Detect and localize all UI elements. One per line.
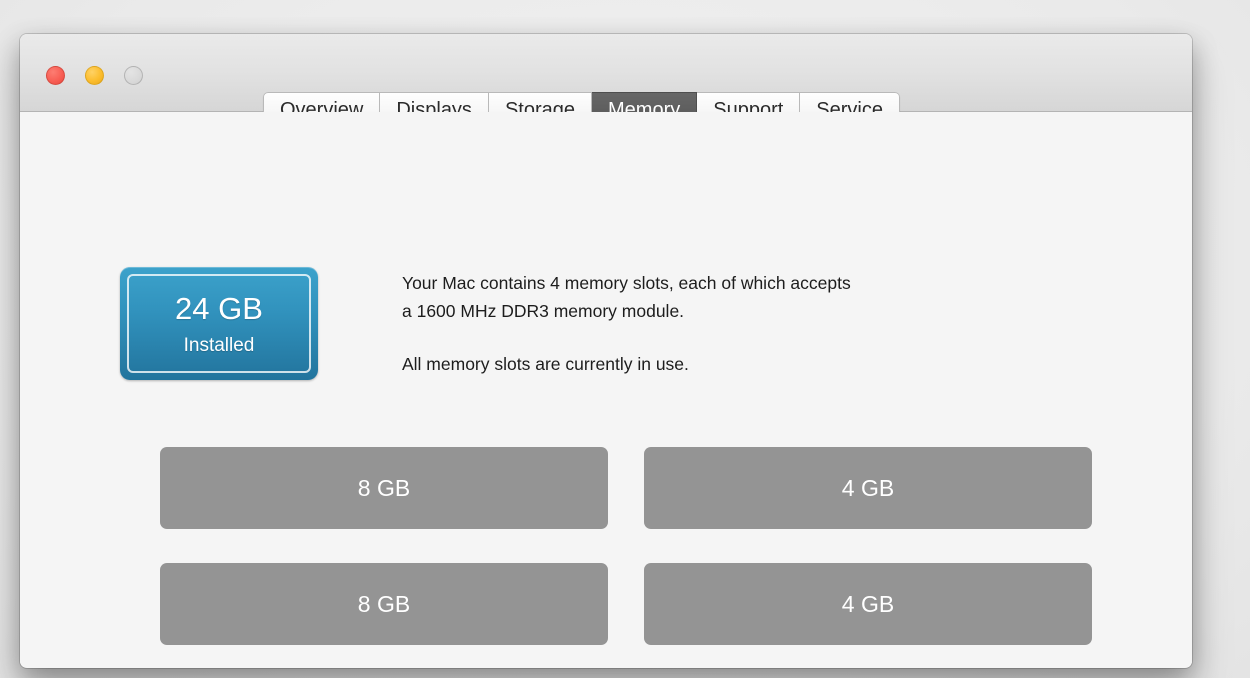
memory-description-line-2: a 1600 MHz DDR3 memory module.	[402, 301, 685, 321]
window-titlebar: Overview Displays Storage Memory Support…	[20, 34, 1192, 129]
memory-slot-capacity: 8 GB	[357, 590, 411, 617]
installed-memory-size: 24 GB	[175, 290, 263, 326]
memory-slot-capacity: 8 GB	[357, 474, 411, 501]
minimize-button[interactable]	[85, 66, 104, 85]
installed-memory-badge: 24 GB Installed	[120, 267, 318, 380]
zoom-button[interactable]	[124, 66, 143, 85]
memory-slot-capacity: 4 GB	[841, 474, 895, 501]
memory-slot[interactable]: 8 GB	[160, 447, 608, 529]
window-controls	[46, 66, 143, 85]
memory-slot[interactable]: 4 GB	[644, 447, 1092, 529]
memory-slot[interactable]: 4 GB	[644, 563, 1092, 645]
memory-description-line-3: All memory slots are currently in use.	[402, 354, 689, 374]
memory-slot-grid: 8 GB 4 GB 8 GB 4 GB	[160, 447, 1092, 645]
memory-panel: 24 GB Installed Your Mac contains 4 memo…	[20, 112, 1192, 667]
about-this-mac-window: Overview Displays Storage Memory Support…	[20, 34, 1192, 668]
close-button[interactable]	[46, 66, 65, 85]
memory-description: Your Mac contains 4 memory slots, each o…	[402, 269, 1042, 378]
memory-slot-capacity: 4 GB	[841, 590, 895, 617]
memory-description-line-1: Your Mac contains 4 memory slots, each o…	[402, 273, 851, 293]
installed-memory-label: Installed	[183, 334, 255, 356]
memory-slot[interactable]: 8 GB	[160, 563, 608, 645]
